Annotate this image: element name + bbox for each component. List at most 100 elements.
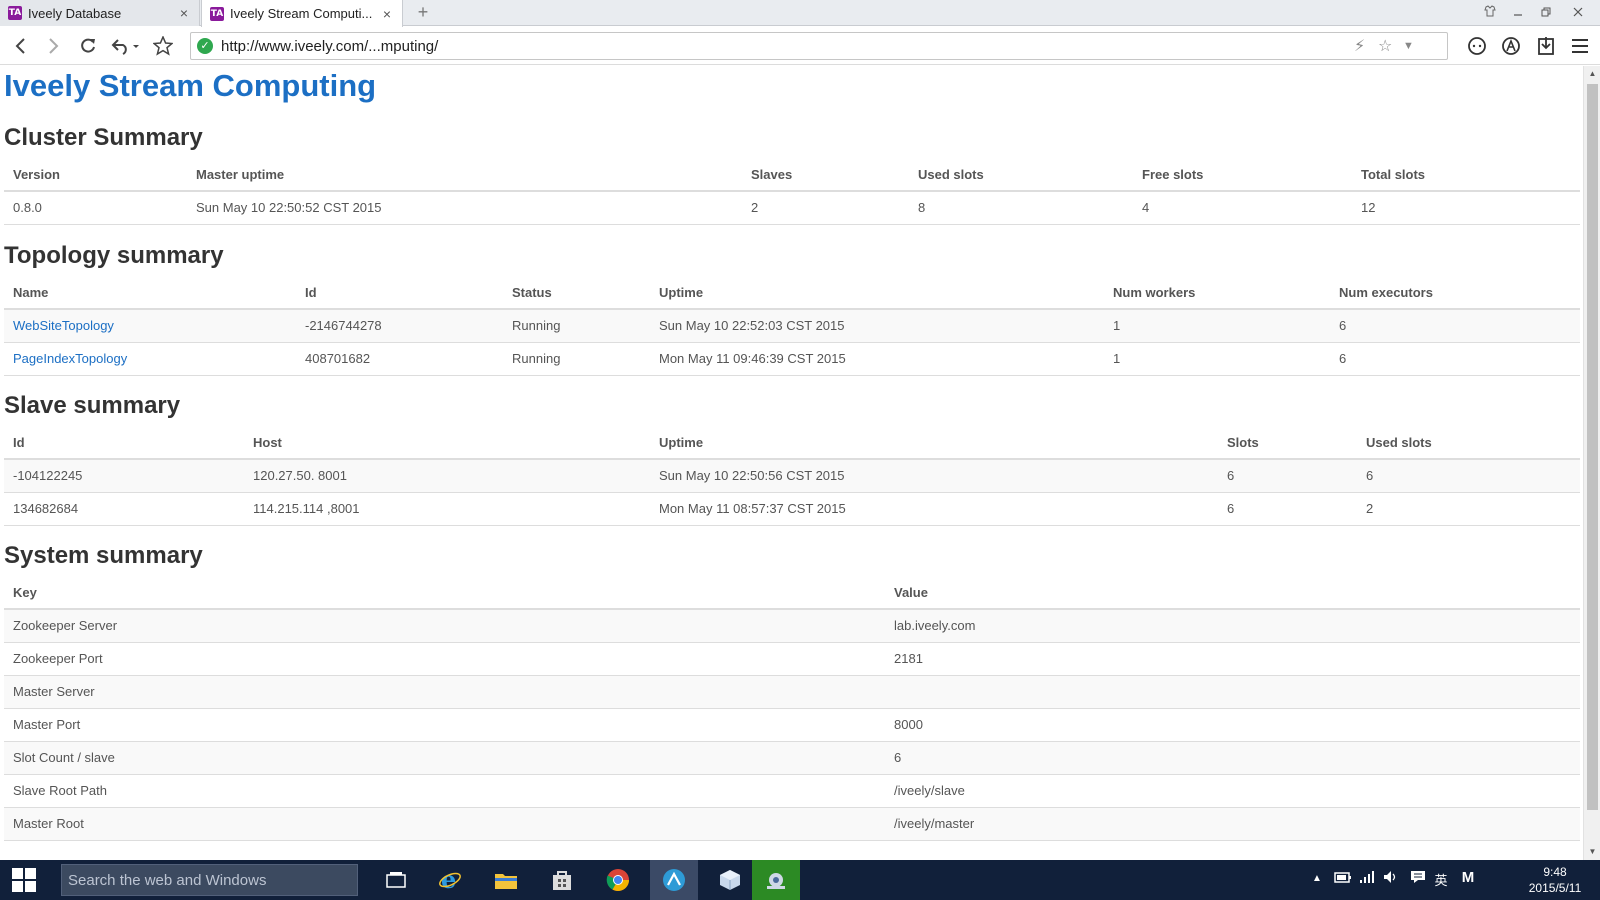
new-tab-button[interactable]: + xyxy=(410,2,436,24)
topology-link-pageindextopology[interactable]: PageIndexTopology xyxy=(4,342,296,376)
topology-summary-title: Topology summary xyxy=(4,242,224,269)
menu-icon[interactable] xyxy=(1567,33,1593,59)
tab-bar: TA Iveely Database × TA Iveely Stream Co… xyxy=(0,0,1600,27)
table-header-row: Version Master uptime Slaves Used slots … xyxy=(4,159,1580,192)
table-cell: 6 xyxy=(1218,459,1357,493)
taskbar-search-input[interactable]: Search the web and Windows xyxy=(61,864,358,896)
vertical-scrollbar[interactable]: ▲ ▼ xyxy=(1583,66,1600,860)
topology-summary-table: Name Id Status Uptime Num workers Num ex… xyxy=(4,277,1580,376)
table-cell: 1 xyxy=(1104,342,1330,376)
internet-explorer-icon[interactable]: e xyxy=(426,860,474,900)
table-cell: Master Root xyxy=(4,807,885,841)
minimize-icon[interactable] xyxy=(1505,3,1531,23)
url-text[interactable]: http://www.iveely.com/...mputing/ xyxy=(221,38,438,55)
back-icon[interactable] xyxy=(8,33,34,59)
bookmark-star-icon[interactable] xyxy=(150,33,176,59)
column-header: Id xyxy=(296,277,503,310)
network-signal-icon[interactable] xyxy=(1356,870,1378,887)
forward-icon[interactable] xyxy=(40,33,66,59)
scroll-thumb[interactable] xyxy=(1587,84,1598,810)
table-row: Slave Root Path /iveely/slave xyxy=(4,774,1580,808)
action-center-icon[interactable] xyxy=(1407,870,1429,887)
taskbar-clock[interactable]: 9:48 2015/5/11 xyxy=(1513,864,1597,896)
topology-link[interactable]: PageIndexTopology xyxy=(13,351,127,366)
column-header: Slots xyxy=(1218,427,1357,460)
table-header-row: Key Value xyxy=(4,577,1580,610)
table-cell: lab.iveely.com xyxy=(885,609,1580,643)
table-row: WebSiteTopology -2146744278 Running Sun … xyxy=(4,309,1580,343)
navigation-bar: ✓ http://www.iveely.com/...mputing/ ⚡ ☆ … xyxy=(0,27,1600,65)
table-row: Master Server xyxy=(4,675,1580,709)
tab-iveely-stream-computing[interactable]: TA Iveely Stream Computi... × xyxy=(201,0,403,27)
scroll-down-arrow-icon[interactable]: ▼ xyxy=(1584,844,1600,860)
task-view-icon[interactable] xyxy=(372,860,420,900)
table-cell: Mon May 11 09:46:39 CST 2015 xyxy=(650,342,1104,376)
account-icon[interactable] xyxy=(1498,33,1524,59)
tab-iveely-database[interactable]: TA Iveely Database × xyxy=(0,0,200,26)
ime-language-indicator[interactable]: 英 xyxy=(1430,870,1452,889)
table-cell: -2146744278 xyxy=(296,309,503,343)
table-cell: 12 xyxy=(1352,191,1580,225)
close-icon[interactable]: × xyxy=(177,5,191,21)
table-row: Zookeeper Server lab.iveely.com xyxy=(4,609,1580,643)
chrome-icon[interactable] xyxy=(594,860,642,900)
tab-label: Iveely Stream Computi... xyxy=(230,6,373,21)
table-row: Master Port 8000 xyxy=(4,708,1580,742)
volume-icon[interactable] xyxy=(1380,870,1402,887)
table-cell: /iveely/slave xyxy=(885,774,1580,808)
table-row: Slot Count / slave 6 xyxy=(4,741,1580,775)
table-cell: 6 xyxy=(1330,342,1580,376)
table-cell: 6 xyxy=(1330,309,1580,343)
lightning-icon[interactable]: ⚡ xyxy=(1354,36,1365,56)
clock-date: 2015/5/11 xyxy=(1528,881,1582,895)
address-bar[interactable]: ✓ http://www.iveely.com/...mputing/ ⚡ ☆ … xyxy=(190,32,1448,60)
chat-icon[interactable] xyxy=(1464,33,1490,59)
table-cell: 4 xyxy=(1133,191,1352,225)
iveely-logo-icon: TA xyxy=(210,6,224,21)
skin-icon[interactable] xyxy=(1477,3,1503,23)
svg-text:e: e xyxy=(441,868,456,892)
table-cell: Mon May 11 08:57:37 CST 2015 xyxy=(650,492,1218,526)
topology-link[interactable]: WebSiteTopology xyxy=(13,318,114,333)
topology-link-websitetopology[interactable]: WebSiteTopology xyxy=(4,309,296,343)
windows-start-icon[interactable] xyxy=(0,860,50,900)
table-cell: 2181 xyxy=(885,642,1580,676)
system-summary-title: System summary xyxy=(4,542,203,569)
column-header: Master uptime xyxy=(187,159,742,192)
restore-icon[interactable] xyxy=(1533,3,1559,23)
page-title: Iveely Stream Computing xyxy=(4,68,377,103)
maxthon-browser-icon[interactable] xyxy=(650,860,698,900)
network-app-icon[interactable] xyxy=(752,860,800,900)
table-cell: 2 xyxy=(1357,492,1580,526)
download-icon[interactable] xyxy=(1533,33,1559,59)
clock-time: 9:48 xyxy=(1543,865,1567,879)
table-cell: 8 xyxy=(909,191,1133,225)
favorite-star-icon[interactable]: ☆ xyxy=(1378,36,1392,56)
scroll-up-arrow-icon[interactable]: ▲ xyxy=(1584,66,1600,82)
tray-expand-icon[interactable]: ▲ xyxy=(1306,873,1328,884)
table-header-row: Name Id Status Uptime Num workers Num ex… xyxy=(4,277,1580,310)
column-header: Used slots xyxy=(1357,427,1580,460)
chevron-down-icon[interactable]: ▼ xyxy=(1403,40,1414,52)
table-cell: 408701682 xyxy=(296,342,503,376)
column-header: Uptime xyxy=(650,427,1218,460)
column-header: Key xyxy=(4,577,885,610)
close-icon[interactable]: × xyxy=(380,6,394,22)
search-placeholder: Search the web and Windows xyxy=(68,872,267,889)
table-row: 134682684 114.215.114 ,8001 Mon May 11 0… xyxy=(4,492,1580,526)
ime-mode-indicator[interactable]: M xyxy=(1457,869,1479,886)
virtualbox-icon[interactable] xyxy=(706,860,754,900)
column-header: Status xyxy=(503,277,650,310)
table-cell: 1 xyxy=(1104,309,1330,343)
battery-icon[interactable] xyxy=(1332,870,1354,887)
reload-icon[interactable] xyxy=(75,33,101,59)
store-icon[interactable] xyxy=(538,860,586,900)
close-window-icon[interactable] xyxy=(1565,3,1591,23)
column-header: Id xyxy=(4,427,244,460)
table-cell: Slave Root Path xyxy=(4,774,885,808)
file-explorer-icon[interactable] xyxy=(482,860,530,900)
undo-close-icon[interactable] xyxy=(108,33,142,59)
table-header-row: Id Host Uptime Slots Used slots xyxy=(4,427,1580,460)
column-header: Num executors xyxy=(1330,277,1580,310)
table-row: 0.8.0 Sun May 10 22:50:52 CST 2015 2 8 4… xyxy=(4,191,1580,225)
